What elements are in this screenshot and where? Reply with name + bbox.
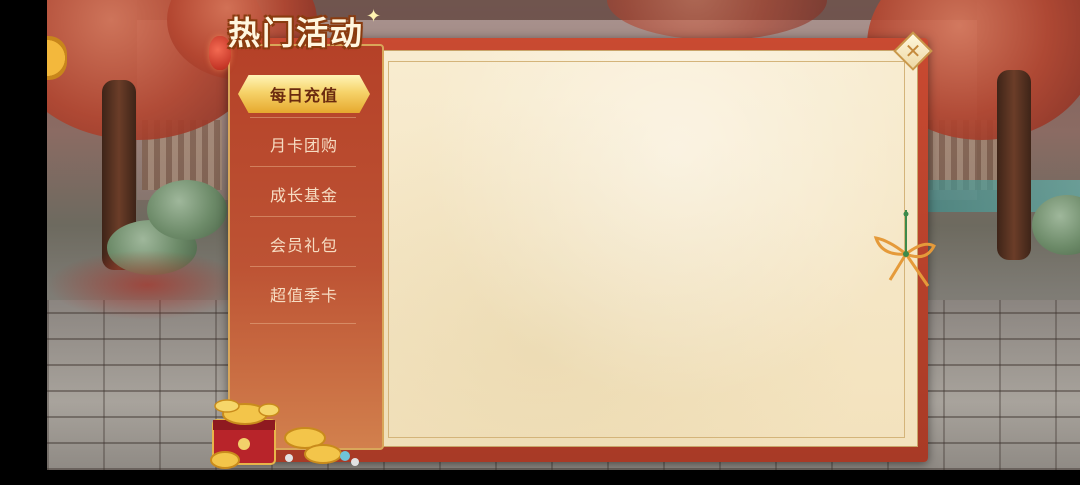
close-button[interactable]: ✕ bbox=[893, 31, 933, 71]
tree-trunk bbox=[997, 70, 1031, 260]
gold-ingot-treasure-icon bbox=[210, 399, 359, 469]
sparkle-icon: ✦ bbox=[366, 6, 382, 27]
menu-divider bbox=[250, 323, 356, 324]
tab-daily-recharge[interactable]: 每日充值 bbox=[238, 75, 370, 113]
tab-seasonal-card[interactable]: 超值季卡 bbox=[238, 277, 370, 311]
menu-divider bbox=[250, 216, 356, 217]
content-inner-border bbox=[388, 61, 905, 438]
menu-divider bbox=[250, 166, 356, 167]
tab-monthly-card-group-buy[interactable]: 月卡团购 bbox=[238, 127, 370, 161]
activity-content-area bbox=[381, 50, 918, 447]
menu-divider bbox=[250, 117, 356, 118]
fallen-leaves bbox=[47, 250, 247, 320]
menu-divider bbox=[250, 266, 356, 267]
close-x-icon: ✕ bbox=[904, 39, 922, 63]
bush bbox=[147, 180, 227, 240]
tab-vip-gift-pack[interactable]: 会员礼包 bbox=[238, 227, 370, 261]
panel-title: 热门活动 bbox=[228, 14, 365, 52]
rope-knot-icon bbox=[873, 210, 936, 287]
tab-growth-fund[interactable]: 成长基金 bbox=[238, 177, 370, 211]
